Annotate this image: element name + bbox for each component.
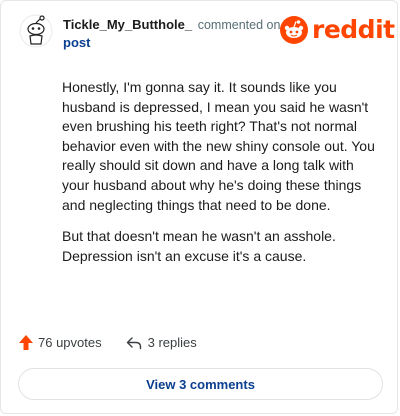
upvote-count: 76 upvotes xyxy=(38,335,102,350)
user-avatar-icon[interactable] xyxy=(19,14,53,48)
upvote-button[interactable]: 76 upvotes xyxy=(18,334,102,351)
commented-on-label: commented on xyxy=(197,18,281,32)
replies-button[interactable]: 3 replies xyxy=(126,335,197,350)
comment-paragraph: But that doesn't mean he wasn't an assho… xyxy=(62,228,336,264)
replies-count: 3 replies xyxy=(147,335,197,350)
reddit-wordmark: reddit xyxy=(312,15,395,44)
reply-arrow-icon xyxy=(126,336,141,349)
author-line: Tickle_My_Butthole_ commented on xyxy=(63,16,280,34)
view-comments-button[interactable]: View 3 comments xyxy=(18,368,383,400)
reddit-snoo-icon xyxy=(280,16,308,44)
comment-author[interactable]: Tickle_My_Butthole_ xyxy=(63,17,192,32)
comment-paragraph: Honestly, I'm gonna say it. It sounds li… xyxy=(62,79,375,213)
reddit-logo[interactable]: reddit xyxy=(279,15,395,45)
comment-actions: 76 upvotes 3 replies xyxy=(18,334,197,351)
comment-body: Honestly, I'm gonna say it. It sounds li… xyxy=(62,78,382,278)
comment-card: Tickle_My_Butthole_ commented on post re… xyxy=(0,0,398,414)
upvote-arrow-icon xyxy=(19,335,33,350)
post-link[interactable]: post xyxy=(63,35,90,50)
